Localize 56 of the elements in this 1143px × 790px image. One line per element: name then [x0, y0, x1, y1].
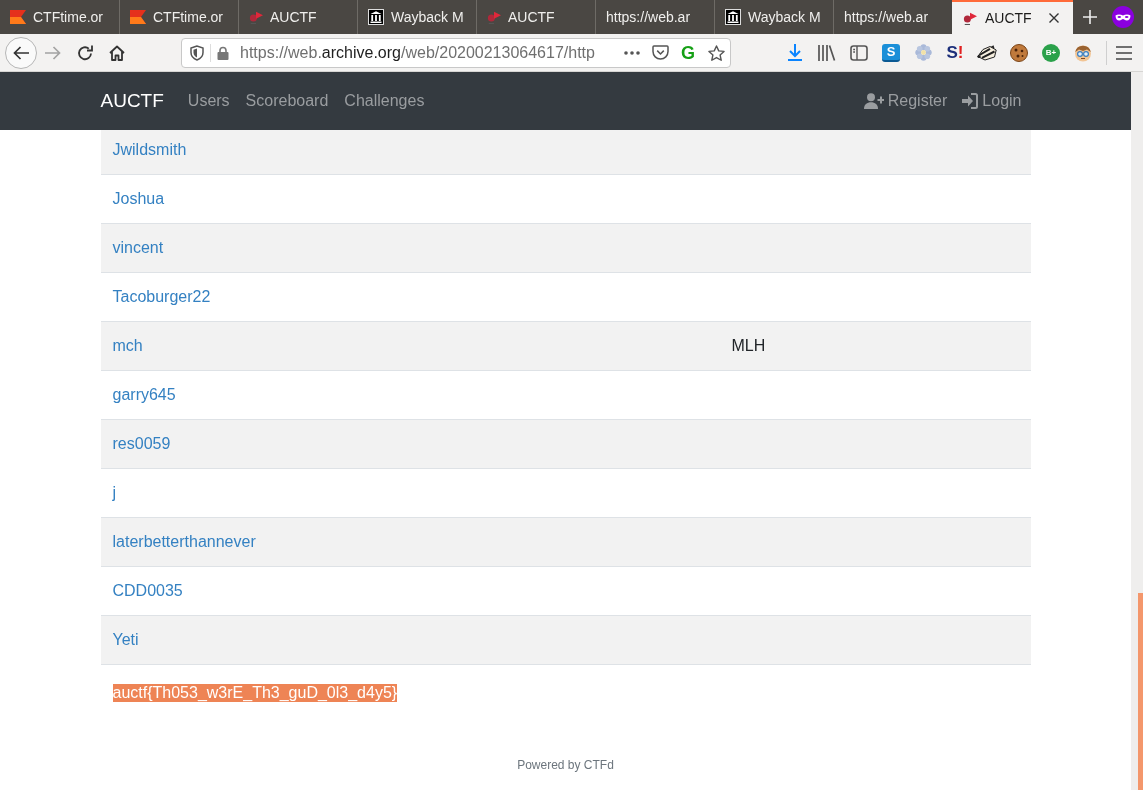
- username-link[interactable]: garry645: [112, 386, 176, 403]
- download-icon[interactable]: [787, 44, 803, 61]
- tab[interactable]: CTFtime.or: [0, 0, 119, 34]
- pennant-icon: [963, 11, 977, 25]
- username-link[interactable]: vincent: [112, 239, 164, 256]
- cookie-icon[interactable]: [1010, 43, 1028, 62]
- user-plus-icon: [863, 93, 884, 109]
- shield-icon[interactable]: [190, 44, 204, 61]
- nav-link[interactable]: Scoreboard: [245, 89, 329, 113]
- username-link[interactable]: res0059: [112, 435, 171, 452]
- home-icon[interactable]: [109, 44, 125, 61]
- nav-link[interactable]: Challenges: [344, 89, 425, 113]
- plus-icon[interactable]: [1083, 10, 1097, 24]
- footer-text: Powered by CTFd: [517, 758, 614, 772]
- flag-icon: [130, 10, 146, 24]
- more-icon[interactable]: [624, 50, 640, 55]
- nav-link[interactable]: Users: [187, 89, 230, 113]
- badger-head-icon[interactable]: [977, 44, 997, 61]
- star-icon[interactable]: [707, 44, 725, 61]
- table-cell: MLH: [731, 337, 766, 354]
- mask-icon[interactable]: [1112, 6, 1134, 28]
- address-bar[interactable]: https://web.archive.org/web/20200213064617/http G: [181, 37, 731, 68]
- lock-icon[interactable]: [217, 45, 229, 60]
- tab[interactable]: AUCTF: [952, 0, 1073, 34]
- extension-button[interactable]: S!: [946, 43, 964, 62]
- pocket-icon[interactable]: [651, 45, 669, 60]
- columns-building-icon: [725, 9, 741, 25]
- back-button[interactable]: [5, 36, 37, 69]
- extension-button[interactable]: B+: [1042, 43, 1060, 62]
- login-link[interactable]: Login: [962, 89, 1022, 113]
- register-link[interactable]: Register: [863, 89, 948, 113]
- username-link[interactable]: j: [112, 484, 117, 501]
- brand-link[interactable]: AUCTF: [100, 86, 164, 116]
- extension-button[interactable]: G: [681, 43, 695, 62]
- sign-in-icon: [962, 93, 979, 109]
- columns-building-icon: [368, 9, 384, 25]
- username-link[interactable]: CDD0035: [112, 582, 183, 599]
- close-icon[interactable]: [1049, 13, 1059, 23]
- username-link[interactable]: Tacoburger22: [112, 288, 211, 305]
- username-link[interactable]: mch: [112, 337, 143, 354]
- username-link[interactable]: laterbetterthannever: [112, 533, 256, 550]
- username-link[interactable]: Joshua: [112, 190, 165, 207]
- menu-icon[interactable]: [1116, 45, 1132, 60]
- library-icon[interactable]: [818, 44, 836, 61]
- face-with-glasses-icon[interactable]: [1074, 43, 1092, 62]
- reload-icon[interactable]: [77, 44, 93, 61]
- url-text[interactable]: https://web.archive.org/web/20200213064617/http: [240, 40, 595, 65]
- extension-button[interactable]: S: [882, 43, 900, 62]
- flag-text: auctf{Th053_w3rE_Th3_guD_0l3_d4y5}: [112, 684, 398, 702]
- pennant-icon: [487, 10, 501, 24]
- scrollbar-thumb[interactable]: [1138, 593, 1143, 790]
- pennant-icon: [249, 10, 263, 24]
- username-link[interactable]: Yeti: [112, 631, 139, 648]
- sidebar-icon[interactable]: [850, 44, 868, 61]
- username-link[interactable]: Jwildsmith: [112, 141, 187, 158]
- flag-icon: [10, 10, 26, 24]
